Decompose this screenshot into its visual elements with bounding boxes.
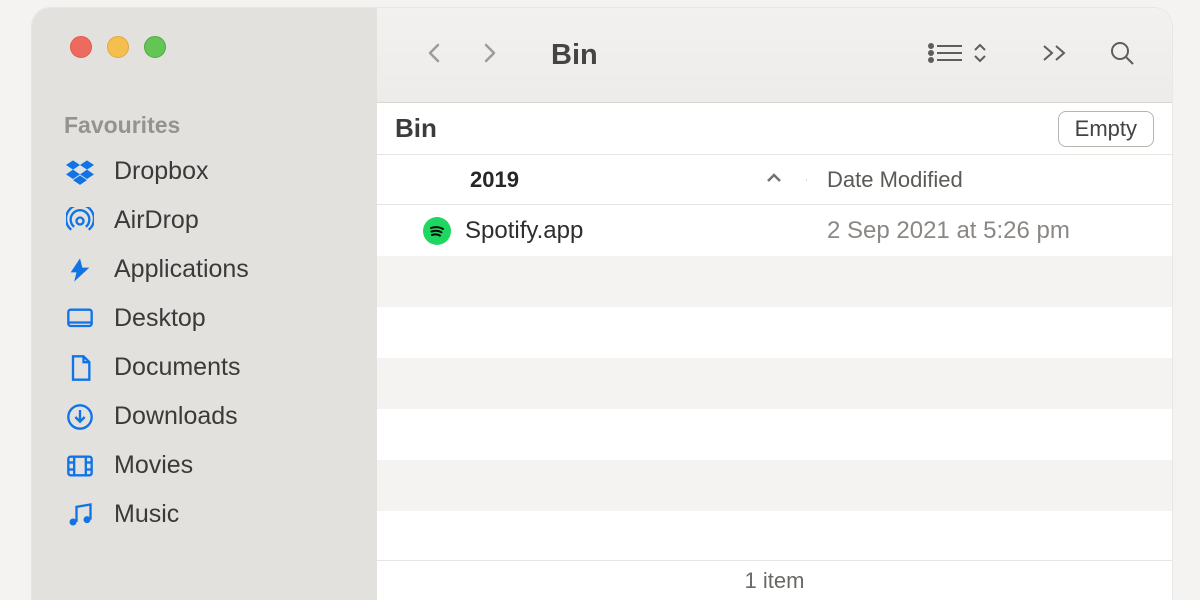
sidebar-item-music[interactable]: Music: [32, 490, 377, 539]
sidebar-item-movies[interactable]: Movies: [32, 441, 377, 490]
close-window-button[interactable]: [70, 36, 92, 58]
back-button[interactable]: [423, 39, 447, 72]
column-headers: 2019 Date Modified: [377, 155, 1172, 205]
downloads-icon: [64, 403, 96, 431]
sidebar-item-label: Desktop: [114, 304, 206, 333]
path-title: Bin: [395, 113, 437, 144]
sidebar-item-label: Downloads: [114, 402, 238, 431]
table-row: [377, 358, 1172, 409]
sidebar-item-dropbox[interactable]: Dropbox: [32, 147, 377, 196]
sidebar-item-label: AirDrop: [114, 206, 199, 235]
search-button[interactable]: [1098, 39, 1146, 72]
path-bar: Bin Empty: [377, 103, 1172, 155]
table-row: [377, 256, 1172, 307]
airdrop-icon: [64, 207, 96, 235]
nav-controls: [423, 39, 501, 72]
view-mode-button[interactable]: [934, 41, 982, 70]
sidebar-item-label: Movies: [114, 451, 193, 480]
sidebar-item-label: Applications: [114, 255, 249, 284]
sidebar-section-title: Favourites: [64, 112, 377, 139]
minimize-window-button[interactable]: [107, 36, 129, 58]
table-row: [377, 409, 1172, 460]
toolbar: Bin: [377, 8, 1172, 103]
sidebar-item-label: Music: [114, 500, 179, 529]
row-name: Spotify.app: [465, 217, 583, 245]
chevron-up-down-icon: [972, 41, 988, 70]
item-count: 1 item: [745, 568, 805, 594]
column-header-name[interactable]: 2019: [377, 167, 807, 193]
file-rows: Spotify.app 2 Sep 2021 at 5:26 pm: [377, 205, 1172, 560]
chevrons-right-icon: [1041, 41, 1071, 70]
music-icon: [64, 501, 96, 529]
empty-bin-button[interactable]: Empty: [1058, 111, 1154, 147]
desktop-icon: [64, 305, 96, 333]
finder-window: Favourites Dropbox AirDrop Applications: [32, 8, 1172, 600]
sidebar-item-downloads[interactable]: Downloads: [32, 392, 377, 441]
table-row: [377, 460, 1172, 511]
search-icon: [1108, 39, 1136, 72]
sidebar-item-applications[interactable]: Applications: [32, 245, 377, 294]
sidebar: Favourites Dropbox AirDrop Applications: [32, 8, 377, 600]
sidebar-item-documents[interactable]: Documents: [32, 343, 377, 392]
more-button[interactable]: [1032, 41, 1080, 70]
window-controls: [32, 36, 377, 58]
sidebar-item-label: Dropbox: [114, 157, 209, 186]
table-row: [377, 511, 1172, 560]
zoom-window-button[interactable]: [144, 36, 166, 58]
forward-button[interactable]: [477, 39, 501, 72]
sidebar-item-label: Documents: [114, 353, 240, 382]
movies-icon: [64, 452, 96, 480]
applications-icon: [64, 256, 96, 284]
location-title: Bin: [551, 39, 598, 72]
column-header-name-label: 2019: [470, 167, 519, 193]
sort-ascending-icon: [765, 167, 783, 193]
table-row: [377, 307, 1172, 358]
sidebar-item-airdrop[interactable]: AirDrop: [32, 196, 377, 245]
main-pane: Bin Bin: [377, 8, 1172, 600]
row-name-cell: Spotify.app: [377, 217, 807, 245]
sidebar-item-desktop[interactable]: Desktop: [32, 294, 377, 343]
list-view-icon: [928, 41, 962, 70]
column-header-date[interactable]: Date Modified: [807, 167, 963, 193]
documents-icon: [64, 354, 96, 382]
sidebar-items: Dropbox AirDrop Applications Desktop: [32, 147, 377, 539]
table-row[interactable]: Spotify.app 2 Sep 2021 at 5:26 pm: [377, 205, 1172, 256]
status-bar: 1 item: [377, 560, 1172, 600]
dropbox-icon: [64, 158, 96, 186]
spotify-icon: [423, 217, 451, 245]
row-date: 2 Sep 2021 at 5:26 pm: [807, 217, 1070, 245]
